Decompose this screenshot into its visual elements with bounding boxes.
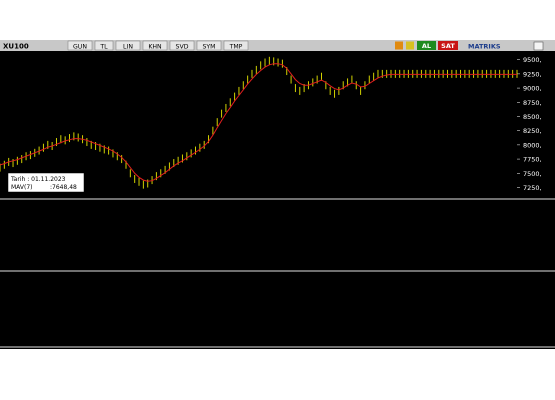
chart-stage: XU100 GUN TL LIN KHN SVD SYM TMP AL SAT MATRIK… bbox=[0, 40, 555, 349]
al-label: AL bbox=[422, 42, 431, 50]
y-tick-label: 9250, bbox=[523, 70, 542, 78]
y-tick-label: 8250, bbox=[523, 127, 542, 135]
y-tick-label: 7750, bbox=[523, 156, 542, 164]
symbol-label[interactable]: XU100 bbox=[3, 43, 29, 51]
toolbar-button-label: SYM bbox=[202, 44, 215, 51]
toolbar-button-label: TL bbox=[99, 44, 108, 51]
currency-icon[interactable] bbox=[406, 41, 414, 50]
y-tick-label: 8000, bbox=[523, 141, 542, 149]
y-tick-label: 9000, bbox=[523, 85, 542, 93]
chart-background bbox=[0, 51, 555, 349]
toolbar-button-label: TMP bbox=[229, 44, 243, 51]
toolbar-button-label: LIN bbox=[123, 44, 133, 51]
y-tick-label: 8750, bbox=[523, 99, 542, 107]
info-mav-label: MAV(7) bbox=[11, 184, 33, 191]
info-date: Tarih : 01.11.2023 bbox=[10, 176, 66, 183]
y-tick-label: 7250, bbox=[523, 184, 542, 192]
toolbar-button-label: SVD bbox=[176, 44, 189, 51]
toolbar-button-label: KHN bbox=[148, 44, 162, 51]
y-tick-label: 8500, bbox=[523, 113, 542, 121]
y-tick-label: 9500, bbox=[523, 56, 542, 64]
y-tick-label: 7500, bbox=[523, 170, 542, 178]
info-mav-value: :7648,48 bbox=[50, 184, 77, 191]
toolbar-button-label: GUN bbox=[73, 44, 87, 51]
refresh-icon[interactable] bbox=[395, 41, 403, 50]
window-icon[interactable] bbox=[533, 41, 544, 51]
brand-label: MATRIKS bbox=[468, 43, 501, 51]
toolbar-buttons: GUN TL LIN KHN SVD SYM TMP bbox=[67, 40, 249, 51]
sat-label: SAT bbox=[441, 42, 455, 50]
